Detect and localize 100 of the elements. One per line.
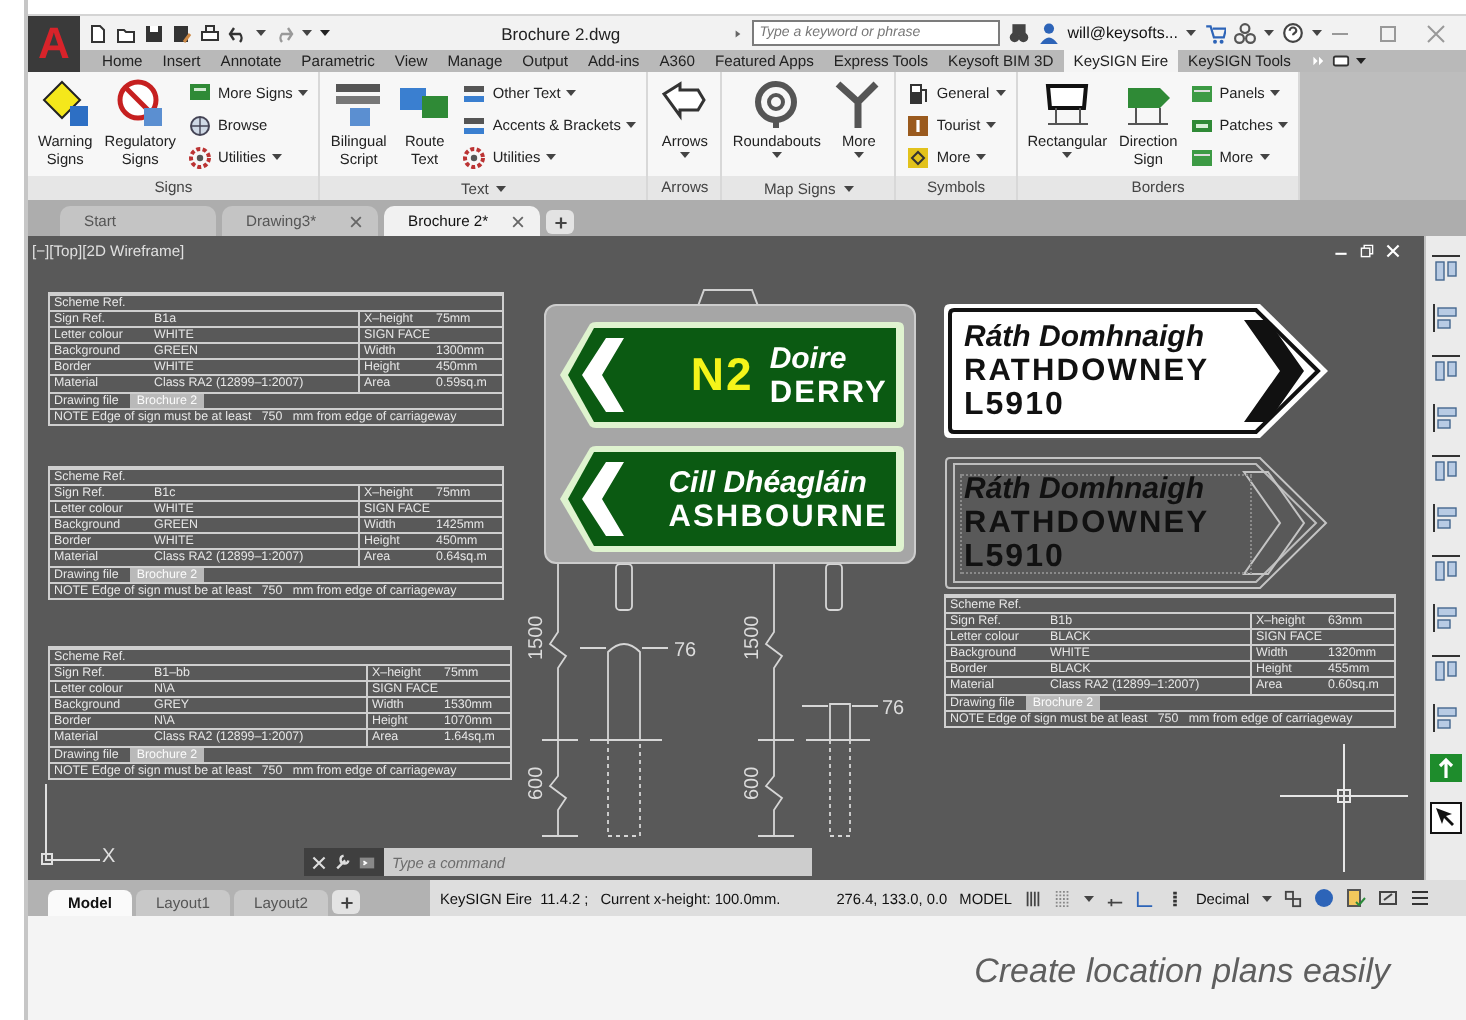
- caret-icon: [853, 152, 864, 158]
- cart-icon[interactable]: [1204, 22, 1226, 44]
- roundabout-icon: [750, 78, 803, 130]
- caret-icon: [995, 90, 1006, 96]
- network-icon[interactable]: [1234, 22, 1256, 44]
- info-icon: [906, 113, 931, 137]
- route-number: L5910: [964, 388, 1067, 422]
- text-sample-icon: [462, 113, 487, 137]
- align-icon[interactable]: [1430, 702, 1462, 734]
- sign-irish-text: Ráth Domhnaigh: [964, 320, 1206, 354]
- annotation-icon[interactable]: [1345, 888, 1366, 908]
- align-icon[interactable]: [1430, 252, 1462, 284]
- route-number: L5910: [964, 540, 1067, 574]
- sign-english-text: DERRY: [769, 375, 888, 409]
- warning-sign-icon: [39, 78, 92, 130]
- save-as-icon[interactable]: [172, 23, 192, 43]
- help-icon[interactable]: [1282, 22, 1304, 44]
- undo-icon[interactable]: [228, 23, 248, 43]
- crosshair-cursor-icon: [1280, 744, 1408, 872]
- panel-toggle-icon[interactable]: [1332, 52, 1351, 70]
- caret-icon: [271, 154, 282, 160]
- expand-arrow-icon[interactable]: [731, 27, 744, 39]
- user-icon[interactable]: [1037, 22, 1060, 44]
- restore-icon[interactable]: [1360, 244, 1374, 258]
- workspace-icon[interactable]: [1283, 889, 1302, 907]
- sign-irish-text: Doire: [769, 341, 849, 375]
- drawing-canvas[interactable]: [28, 236, 1424, 880]
- align-icon[interactable]: [1430, 502, 1462, 534]
- angle-icon[interactable]: [1135, 889, 1154, 907]
- caption-text: Create location plans easily: [974, 952, 1390, 994]
- binoculars-icon[interactable]: [1007, 22, 1030, 44]
- panel-icon: [1189, 145, 1214, 169]
- text-sample-icon: [462, 81, 487, 105]
- ucs-axis-icon: [41, 783, 101, 865]
- folder-icon[interactable]: [116, 23, 136, 43]
- sign-irish-text: Cill Dhéagláin: [668, 465, 869, 499]
- align-icon[interactable]: [1430, 652, 1462, 684]
- panel-icon: [1189, 81, 1214, 105]
- fuel-pump-icon: [906, 81, 931, 105]
- chevron-icon: [582, 338, 624, 412]
- caret-icon: [626, 122, 637, 128]
- save-icon[interactable]: [144, 23, 164, 43]
- fullscreen-icon[interactable]: [1377, 888, 1398, 908]
- plus-icon: [553, 215, 567, 229]
- caret-icon: [298, 90, 309, 96]
- axis-label: X: [102, 846, 116, 868]
- sign-board-icon: [188, 81, 212, 105]
- caret-icon: [679, 152, 690, 158]
- sign-english-text: ASHBOURNE: [668, 499, 888, 533]
- grid-icon[interactable]: [1023, 889, 1042, 907]
- caret-icon: [986, 122, 997, 128]
- prompt-icon[interactable]: [358, 853, 376, 871]
- caret-icon: [843, 185, 854, 191]
- align-icon[interactable]: [1430, 402, 1462, 434]
- align-icon[interactable]: [1430, 352, 1462, 384]
- user-name[interactable]: will@keysofts...: [1067, 24, 1178, 42]
- sign-english-text: RATHDOWNEY: [964, 354, 1210, 388]
- chevron-icon: [1242, 471, 1306, 575]
- caret-icon: [256, 30, 266, 36]
- dimension-label: 76: [674, 640, 697, 662]
- caret-icon: [1062, 152, 1073, 158]
- new-tab-button[interactable]: [546, 210, 574, 234]
- align-icon[interactable]: [1430, 302, 1462, 334]
- close-icon[interactable]: [512, 215, 524, 227]
- menu-icon[interactable]: [1409, 888, 1430, 908]
- prohibition-sign-icon: [114, 78, 167, 130]
- maximize-icon[interactable]: [1378, 23, 1398, 43]
- new-layout-button[interactable]: [332, 890, 360, 914]
- dimension-label: 600: [526, 766, 548, 800]
- caret-icon: [546, 154, 557, 160]
- new-file-icon[interactable]: [88, 23, 108, 43]
- chevron-icon: [582, 462, 624, 536]
- caret-icon: [1264, 30, 1274, 36]
- wrench-icon[interactable]: [334, 854, 350, 870]
- exit-sign-icon[interactable]: [1430, 752, 1462, 784]
- sign-english-text: RATHDOWNEY: [964, 506, 1210, 540]
- align-icon[interactable]: [1430, 602, 1462, 634]
- align-icon[interactable]: [1430, 452, 1462, 484]
- isolate-icon[interactable]: [1313, 888, 1334, 908]
- print-icon[interactable]: [200, 23, 220, 43]
- caret-icon: [1312, 30, 1322, 36]
- dimension-label: 1500: [526, 615, 548, 660]
- caret-icon: [1261, 895, 1272, 901]
- snap-icon[interactable]: [1053, 889, 1072, 907]
- dimension-label: 600: [742, 766, 764, 800]
- text-sample-icon: [332, 78, 385, 130]
- caret-icon: [771, 152, 782, 158]
- plus-icon: [339, 895, 353, 909]
- align-icon[interactable]: [1430, 552, 1462, 584]
- close-icon[interactable]: [350, 215, 362, 227]
- caret-icon: [566, 90, 577, 96]
- sign-irish-text: Ráth Domhnaigh: [964, 472, 1206, 506]
- caret-icon: [496, 185, 507, 191]
- sign-frame-icon: [1041, 78, 1094, 130]
- redo-icon[interactable]: [274, 23, 294, 43]
- caret-icon: [1270, 90, 1281, 96]
- caret-icon: [1186, 30, 1196, 36]
- dimension-label: 76: [882, 698, 905, 720]
- caret-icon: [1083, 895, 1094, 901]
- window-title: Brochure 2.dwg: [499, 23, 623, 43]
